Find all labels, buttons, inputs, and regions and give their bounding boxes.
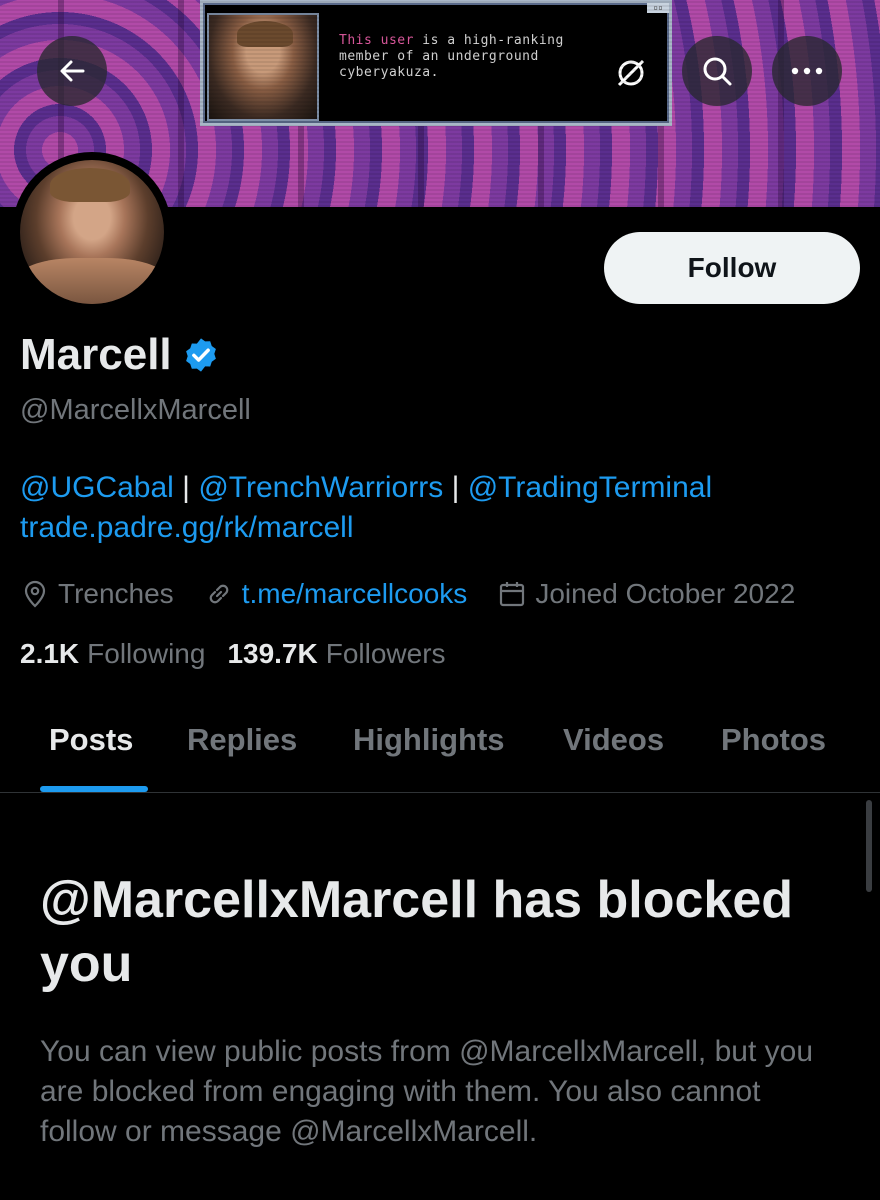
profile-location: Trenches <box>20 578 174 610</box>
blocked-title: @MarcellxMarcell has blocked you <box>40 871 794 993</box>
profile-name-row: Marcell <box>20 330 220 380</box>
bio-link[interactable]: trade.padre.gg/rk/marcell <box>20 511 354 544</box>
calendar-icon <box>500 582 525 607</box>
window-control-icon: ▫▫ <box>647 3 669 13</box>
following-link[interactable]: 2.1K Following <box>20 638 205 670</box>
back-button[interactable] <box>37 36 107 106</box>
arrow-left-icon <box>60 60 85 82</box>
banner-caption-line2: member of an underground <box>339 49 539 64</box>
follow-button[interactable]: Follow <box>604 232 860 304</box>
avatar-image <box>20 160 164 304</box>
banner-caption: This user is a high-ranking member of an… <box>339 33 639 81</box>
bio-mention-tradingterminal[interactable]: @TradingTerminal <box>468 471 712 504</box>
active-tab-indicator <box>40 786 148 792</box>
banner-caption-line3: cyberyakuza. <box>339 65 439 80</box>
tab-posts[interactable]: Posts <box>49 722 133 758</box>
tab-highlights[interactable]: Highlights <box>353 722 505 758</box>
following-label: Following <box>87 638 206 669</box>
bio-mention-ugcabal[interactable]: @UGCabal <box>20 471 174 504</box>
blocked-description: You can view public posts from @Marcellx… <box>40 1035 813 1148</box>
profile-name: Marcell <box>20 330 172 379</box>
location-pin-icon <box>24 580 46 608</box>
more-icon <box>791 67 823 75</box>
banner-caption-highlight: This user <box>339 33 414 48</box>
verified-badge-icon[interactable] <box>182 336 220 374</box>
profile-joined: Joined October 2022 <box>497 578 795 610</box>
link-icon <box>209 584 229 604</box>
followers-label: Followers <box>325 638 446 669</box>
profile-bio: @UGCabal | @TrenchWarriorrs | @TradingTe… <box>20 468 712 548</box>
avatar[interactable] <box>12 152 172 312</box>
tab-videos[interactable]: Videos <box>563 722 664 758</box>
profile-handle: @MarcellxMarcell <box>20 394 251 426</box>
banner-terminal-window: ▫▫ This user is a high-ranking member of… <box>200 0 672 126</box>
search-button[interactable] <box>682 36 752 106</box>
broken-link-icon <box>617 59 645 87</box>
bio-separator: | <box>443 471 468 504</box>
followers-link[interactable]: 139.7K Followers <box>227 638 445 670</box>
website-link[interactable]: t.me/marcellcooks <box>242 578 468 610</box>
joined-text: Joined October 2022 <box>535 578 796 609</box>
bio-separator: | <box>173 471 199 504</box>
following-count: 2.1K <box>20 638 80 669</box>
profile-stats: 2.1K Following 139.7K Followers <box>20 638 468 670</box>
profile-website[interactable]: t.me/marcellcooks <box>204 578 468 610</box>
tab-replies[interactable]: Replies <box>187 722 297 758</box>
banner-portrait-image <box>207 13 319 121</box>
followers-count: 139.7K <box>227 638 318 669</box>
more-options-button[interactable] <box>772 36 842 106</box>
bio-mention-trenchwarriorrs[interactable]: @TrenchWarriorrs <box>198 471 443 504</box>
scrollbar[interactable] <box>866 800 872 892</box>
profile-tabs: Posts Replies Highlights Videos Photos <box>0 700 880 793</box>
tab-photos[interactable]: Photos <box>721 722 826 758</box>
banner-caption-line1: is a high-ranking <box>413 33 564 48</box>
location-text: Trenches <box>58 578 174 609</box>
search-icon <box>703 57 732 86</box>
profile-meta: Trenches t.me/marcellcooks Joined Octobe… <box>20 574 825 614</box>
